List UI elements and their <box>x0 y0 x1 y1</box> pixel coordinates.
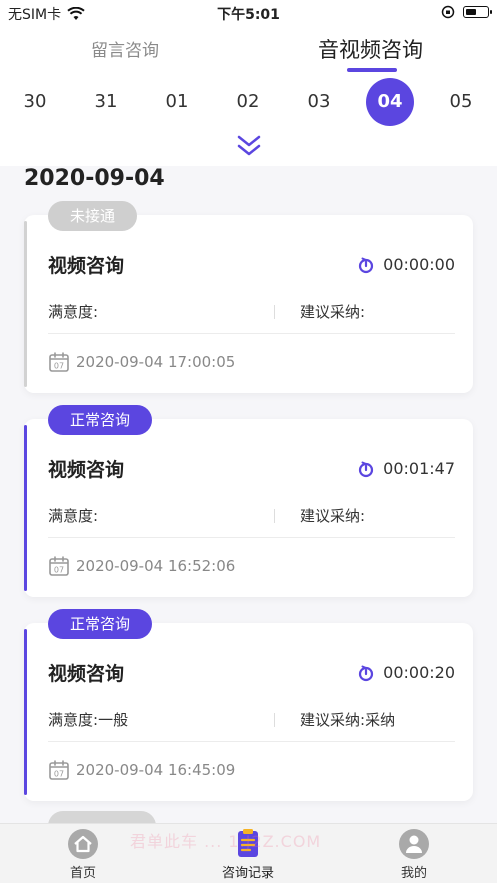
record-card-body: 视频咨询 00:00:20 满意度:一般 建议采纳:采纳 07 2020-09-… <box>24 623 473 801</box>
satisfaction: 满意度: <box>48 301 98 322</box>
record-datetime: 07 2020-09-04 16:52:06 <box>48 555 235 577</box>
duration: 00:00:20 <box>357 663 455 682</box>
record-datetime: 07 2020-09-04 16:45:09 <box>48 759 235 781</box>
status-right <box>441 5 492 19</box>
status-badge: 未接通 <box>48 201 138 231</box>
consult-tabs: 留言咨询 音视频咨询 <box>0 26 497 76</box>
status-time: 下午5:01 <box>217 7 280 23</box>
calendar-icon: 07 <box>49 556 69 576</box>
card-accent <box>24 629 27 795</box>
satisfaction-value: 一般 <box>98 711 129 729</box>
status-badge: 正常咨询 <box>48 405 153 435</box>
date-heading: 2020-09-04 <box>24 166 165 191</box>
tabbar-label: 咨询记录 <box>221 866 274 881</box>
active-tab-indicator <box>347 68 397 72</box>
card-divider <box>48 333 455 334</box>
card-divider <box>48 537 455 538</box>
date-strip: 30 31 01 02 03 04 05 <box>0 78 497 128</box>
datetime-text: 2020-09-04 16:45:09 <box>76 761 236 779</box>
status-badge: 正常咨询 <box>48 609 153 639</box>
satisfaction-label: 满意度: <box>48 711 99 729</box>
duration-text: 00:00:20 <box>383 663 455 682</box>
card-accent <box>24 221 27 387</box>
record-card[interactable]: 正常咨询 视频咨询 00:01:47 满意度: 建议采纳: 07 2020-09… <box>24 405 473 601</box>
date-item[interactable]: 05 <box>437 78 485 126</box>
card-divider <box>48 741 455 742</box>
date-item[interactable]: 31 <box>82 78 130 126</box>
record-card[interactable]: 正常咨询 视频咨询 00:00:20 满意度:一般 建议采纳:采纳 07 202… <box>24 609 473 805</box>
adopt-label: 建议采纳: <box>300 711 366 729</box>
rating-row: 满意度:一般 建议采纳:采纳 <box>48 709 455 733</box>
orientation-lock-icon <box>441 5 455 19</box>
date-item[interactable]: 30 <box>11 78 59 126</box>
rating-row: 满意度: 建议采纳: <box>48 505 455 529</box>
record-datetime: 07 2020-09-04 17:00:05 <box>48 351 235 373</box>
date-item[interactable]: 01 <box>153 78 201 126</box>
date-item-selected[interactable]: 04 <box>366 78 414 126</box>
datetime-text: 2020-09-04 17:00:05 <box>76 353 236 371</box>
duration-text: 00:01:47 <box>383 459 455 478</box>
calendar-day: 07 <box>54 566 64 575</box>
timer-icon <box>359 665 374 681</box>
adopt-label: 建议采纳: <box>300 507 366 525</box>
battery-icon <box>463 6 492 18</box>
double-chevron-down-icon[interactable] <box>236 134 262 158</box>
satisfaction-label: 满意度: <box>48 303 99 321</box>
adoption: 建议采纳: <box>300 505 365 526</box>
home-icon <box>68 829 98 859</box>
tab-av-consult[interactable]: 音视频咨询 <box>318 34 423 64</box>
record-title: 视频咨询 <box>48 459 125 481</box>
tabbar-item-records[interactable]: 咨询记录 <box>203 828 293 881</box>
profile-icon <box>399 829 429 859</box>
duration: 00:01:47 <box>357 459 455 478</box>
tabbar-label: 我的 <box>400 866 427 881</box>
card-accent <box>24 425 27 591</box>
calendar-day: 07 <box>54 770 64 779</box>
rating-row: 满意度: 建议采纳: <box>48 301 455 325</box>
date-item[interactable]: 02 <box>224 78 272 126</box>
row-divider <box>274 713 275 727</box>
record-card-body: 视频咨询 00:00:00 满意度: 建议采纳: 07 2020-09-04 1… <box>24 215 473 393</box>
status-bar: 无SIM卡 下午5:01 <box>0 0 497 26</box>
adoption: 建议采纳: <box>300 301 365 322</box>
row-divider <box>274 509 275 523</box>
tabbar-label: 首页 <box>69 866 96 881</box>
calendar-icon: 07 <box>49 760 69 780</box>
adopt-label: 建议采纳: <box>300 303 366 321</box>
adoption: 建议采纳:采纳 <box>300 709 395 730</box>
datetime-text: 2020-09-04 16:52:06 <box>76 557 236 575</box>
calendar-icon: 07 <box>49 352 69 372</box>
date-item[interactable]: 03 <box>295 78 343 126</box>
bottom-tabbar: 首页 咨询记录 我的 君单此车 ... 1.J2Z.COM <box>0 823 497 883</box>
duration-text: 00:00:00 <box>383 255 455 274</box>
row-divider <box>274 305 275 319</box>
satisfaction-label: 满意度: <box>48 507 99 525</box>
adopt-value: 采纳 <box>365 711 396 729</box>
timer-icon <box>359 461 374 477</box>
duration: 00:00:00 <box>357 255 455 274</box>
satisfaction: 满意度:一般 <box>48 709 128 730</box>
calendar-day: 07 <box>54 362 64 371</box>
record-card[interactable]: 未接通 视频咨询 00:00:00 满意度: 建议采纳: 07 2020-09-… <box>24 201 473 397</box>
header: 留言咨询 音视频咨询 30 31 01 02 03 04 05 <box>0 26 497 166</box>
record-title: 视频咨询 <box>48 663 125 685</box>
satisfaction: 满意度: <box>48 505 98 526</box>
record-icon <box>238 829 258 857</box>
record-title: 视频咨询 <box>48 255 125 277</box>
tab-message-consult[interactable]: 留言咨询 <box>91 36 159 61</box>
record-card-body: 视频咨询 00:01:47 满意度: 建议采纳: 07 2020-09-04 1… <box>24 419 473 597</box>
timer-icon <box>359 257 374 273</box>
tabbar-item-profile[interactable]: 我的 <box>369 828 459 881</box>
tabbar-item-home[interactable]: 首页 <box>38 828 128 881</box>
